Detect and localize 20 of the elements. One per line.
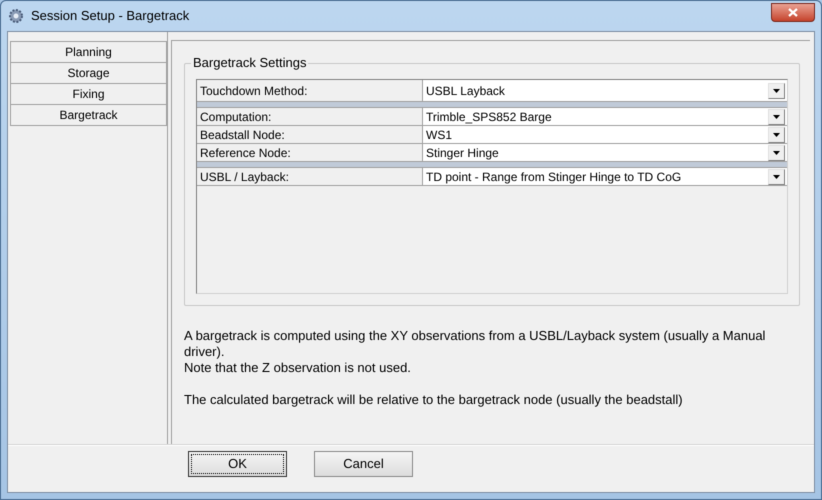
nav-tab[interactable]: Bargetrack xyxy=(10,104,167,126)
close-icon xyxy=(788,8,798,16)
dropdown[interactable]: TD point - Range from Stinger Hinge to TD CoG xyxy=(423,168,787,185)
close-button[interactable] xyxy=(771,2,815,22)
setting-label: Touchdown Method: xyxy=(197,80,423,101)
description-text: Note that the Z observation is not used. xyxy=(184,360,412,376)
nav-tab[interactable]: Storage xyxy=(10,62,167,84)
dropdown[interactable]: Trimble_SPS852 Barge xyxy=(423,108,787,125)
group-title: Bargetrack Settings xyxy=(191,55,308,71)
gear-icon xyxy=(7,7,25,25)
nav-tab[interactable]: Fixing xyxy=(10,83,167,105)
dropdown[interactable]: WS1 xyxy=(423,126,787,143)
description-text: The calculated bargetrack will be relative to the bargetrack node (usually the beadstall) xyxy=(184,392,684,408)
dropdown[interactable]: USBL Layback xyxy=(423,80,787,101)
dropdown[interactable]: Stinger Hinge xyxy=(423,144,787,161)
window-title: Session Setup - Bargetrack xyxy=(31,7,190,26)
dialog-button[interactable]: Cancel xyxy=(314,451,413,477)
dialog-button[interactable]: OK xyxy=(188,451,287,477)
nav-tab[interactable]: Planning xyxy=(10,41,167,63)
description-text: A bargetrack is computed using the XY observations from a USBL/Layback system (usually a Manual driver). xyxy=(184,328,766,360)
